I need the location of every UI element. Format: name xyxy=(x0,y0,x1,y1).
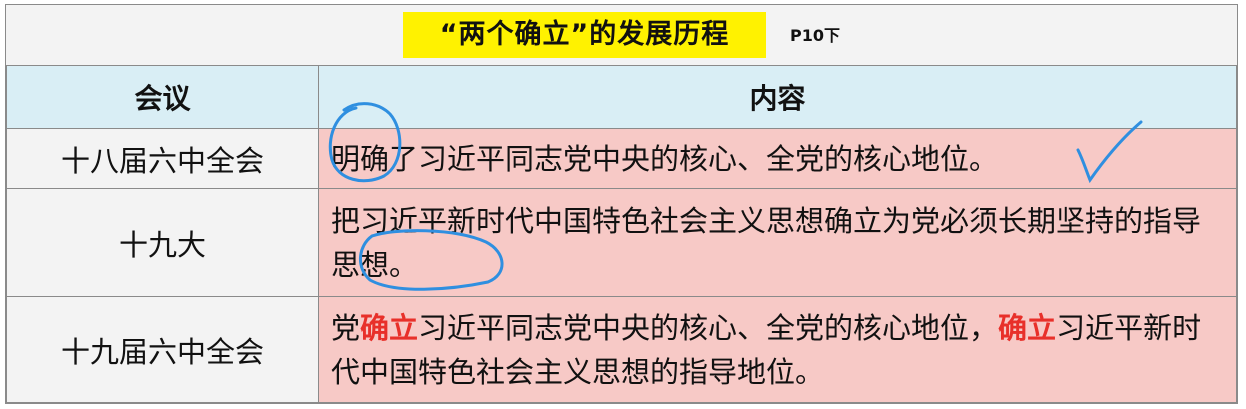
emphasis-text: 确立 xyxy=(998,310,1057,345)
header-content: 内容 xyxy=(318,65,1237,129)
content-text: 党 xyxy=(331,310,361,345)
emphasis-text: 确立 xyxy=(360,310,419,345)
table-row: 十九大 把习近平新时代中国特色社会主义思想确立为党必须长期坚持的指导思想。 xyxy=(6,188,1237,297)
title-row: “两个确立”的发展历程 P10下 xyxy=(6,5,1237,66)
content-cell: 明确了习近平同志党中央的核心、全党的核心地位。 xyxy=(318,128,1237,189)
development-table: 会议 内容 十八届六中全会 明确了习近平同志党中央的核心、全党的核心地位。 十九… xyxy=(6,65,1237,403)
content-text: 习近平同志党中央的核心、全党的核心地位， xyxy=(418,310,999,345)
meeting-cell: 十八届六中全会 xyxy=(6,128,319,189)
table-row: 十八届六中全会 明确了习近平同志党中央的核心、全党的核心地位。 xyxy=(6,128,1237,189)
meeting-cell: 十九大 xyxy=(6,188,319,297)
table-frame: “两个确立”的发展历程 P10下 会议 内容 十八届六中全会 明确了习近平同志党… xyxy=(5,4,1238,404)
meeting-cell: 十九届六中全会 xyxy=(6,296,319,403)
table-row: 十九届六中全会 党确立习近平同志党中央的核心、全党的核心地位，确立习近平新时代中… xyxy=(6,296,1237,403)
header-meeting: 会议 xyxy=(6,65,319,129)
header-row: 会议 内容 xyxy=(6,65,1237,129)
page-reference: P10下 xyxy=(790,26,840,45)
content-cell: 党确立习近平同志党中央的核心、全党的核心地位，确立习近平新时代中国特色社会主义思… xyxy=(318,296,1237,403)
content-cell: 把习近平新时代中国特色社会主义思想确立为党必须长期坚持的指导思想。 xyxy=(318,188,1237,297)
page-title: “两个确立”的发展历程 xyxy=(439,19,730,50)
